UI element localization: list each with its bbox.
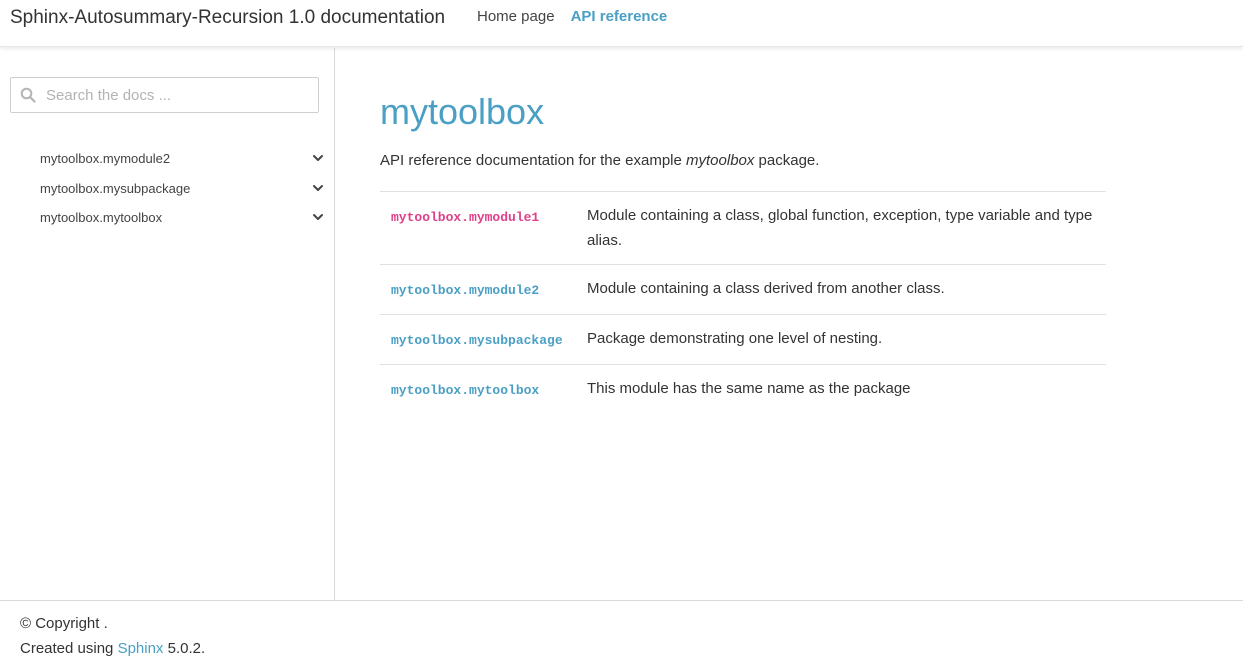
created-suffix: 5.0.2.: [163, 640, 206, 657]
sidebar-item-mymodule2[interactable]: mytoolbox.mymodule2: [0, 144, 335, 174]
module-link-mytoolbox[interactable]: mytoolbox.mytoolbox: [391, 383, 539, 398]
chevron-down-icon[interactable]: [312, 211, 324, 223]
table-cell-name: mytoolbox.mymodule2: [380, 265, 576, 315]
sidebar-item-label: mytoolbox.mymodule2: [40, 151, 171, 167]
created-using-text: Created using Sphinx 5.0.2.: [20, 640, 205, 657]
table-row: mytoolbox.mymodule2 Module containing a …: [380, 264, 1106, 315]
page-title: mytoolbox: [380, 91, 545, 132]
table-row: mytoolbox.mytoolbox This module has the …: [380, 364, 1106, 415]
search-box: [10, 77, 319, 113]
top-nav: Home page API reference: [477, 8, 683, 25]
intro-package-name: mytoolbox: [686, 152, 755, 169]
nav-home-page-link[interactable]: Home page: [477, 8, 555, 25]
table-cell-description: Package demonstrating one level of nesti…: [587, 330, 883, 347]
table-cell-name: mytoolbox.mymodule1: [380, 192, 576, 265]
intro-text-end: package.: [754, 152, 820, 169]
module-link-mymodule2[interactable]: mytoolbox.mymodule2: [391, 283, 539, 298]
module-link-mymodule1[interactable]: mytoolbox.mymodule1: [391, 210, 539, 225]
table-cell-description: Module containing a class, global functi…: [587, 207, 1093, 249]
created-prefix: Created using: [20, 640, 118, 657]
search-icon: [20, 87, 36, 103]
table-cell-name: mytoolbox.mytoolbox: [380, 365, 576, 415]
sidebar: mytoolbox.mymodule2 mytoolbox.mysubpacka…: [0, 48, 335, 600]
table-row: mytoolbox.mysubpackage Package demonstra…: [380, 314, 1106, 365]
nav-api-reference-link[interactable]: API reference: [571, 8, 668, 25]
sphinx-link[interactable]: Sphinx: [118, 640, 164, 657]
footer: © Copyright . Created using Sphinx 5.0.2…: [0, 600, 1243, 667]
main-content: mytoolbox API reference documentation fo…: [380, 48, 1106, 414]
sidebar-toc: mytoolbox.mymodule2 mytoolbox.mysubpacka…: [0, 144, 335, 233]
search-input[interactable]: [46, 84, 306, 106]
table-cell-description: This module has the same name as the pac…: [587, 380, 911, 397]
api-summary-table: mytoolbox.mymodule1 Module containing a …: [380, 191, 1106, 414]
sidebar-item-label: mytoolbox.mytoolbox: [40, 210, 163, 226]
sidebar-item-mytoolbox[interactable]: mytoolbox.mytoolbox: [0, 203, 335, 233]
table-cell-name: mytoolbox.mysubpackage: [380, 315, 576, 365]
sidebar-item-label: mytoolbox.mysubpackage: [40, 180, 191, 196]
copyright-text: © Copyright .: [20, 615, 108, 632]
chevron-down-icon[interactable]: [312, 152, 324, 164]
site-brand-link[interactable]: Sphinx-Autosummary-Recursion 1.0 documen…: [10, 7, 445, 29]
sidebar-item-mysubpackage[interactable]: mytoolbox.mysubpackage: [0, 174, 335, 204]
table-row: mytoolbox.mymodule1 Module containing a …: [380, 191, 1106, 265]
top-navbar: Sphinx-Autosummary-Recursion 1.0 documen…: [0, 0, 1243, 47]
module-link-mysubpackage[interactable]: mytoolbox.mysubpackage: [391, 333, 563, 348]
table-cell-description: Module containing a class derived from a…: [587, 280, 945, 297]
intro-paragraph: API reference documentation for the exam…: [380, 150, 1106, 172]
intro-text: API reference documentation for the exam…: [380, 152, 687, 169]
chevron-down-icon[interactable]: [312, 182, 324, 194]
